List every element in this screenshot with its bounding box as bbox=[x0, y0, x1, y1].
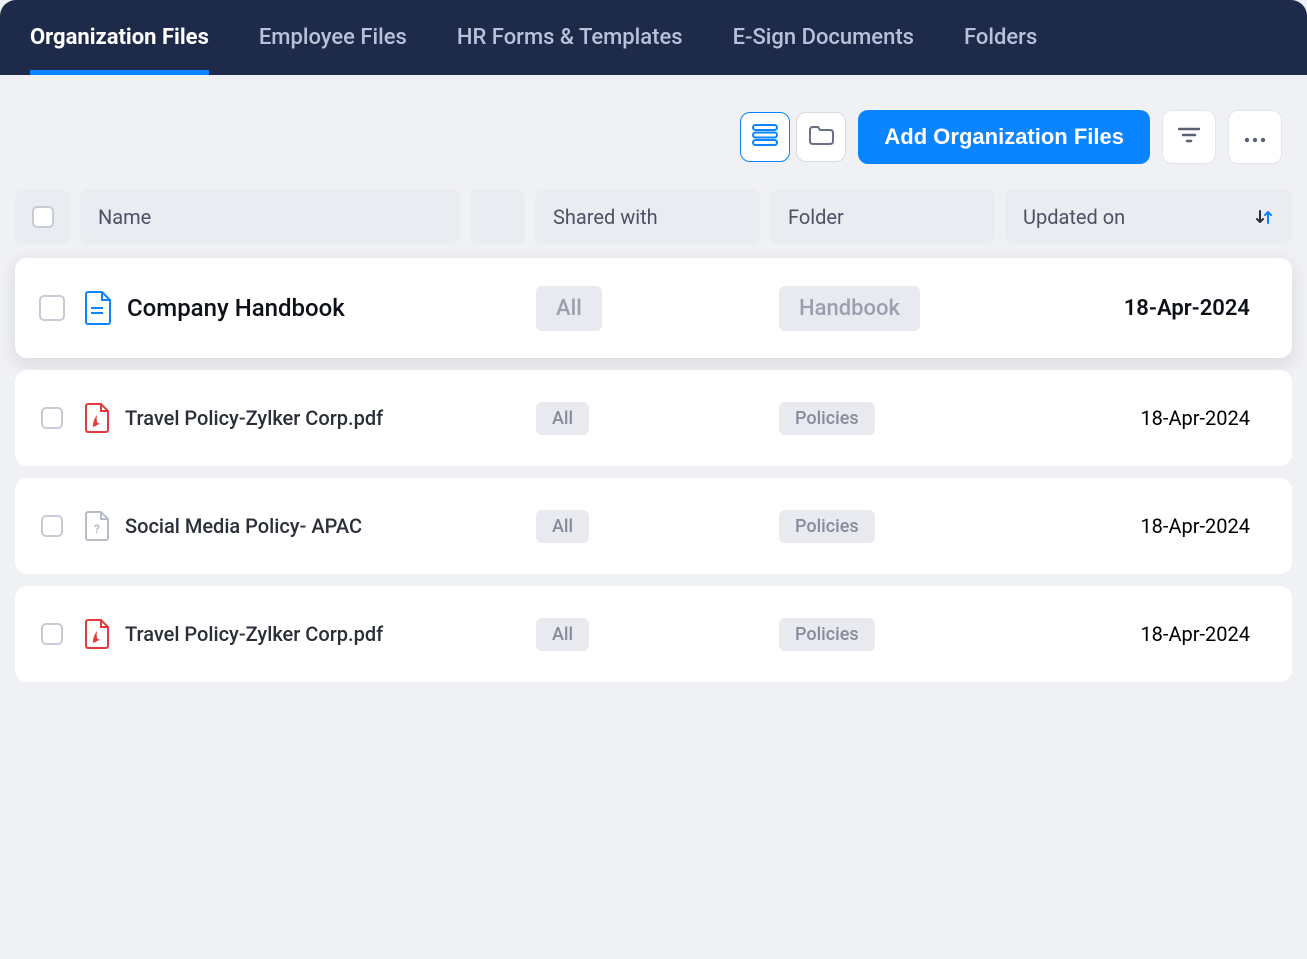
select-all-checkbox[interactable] bbox=[32, 206, 54, 228]
folder-view-button[interactable] bbox=[796, 112, 846, 162]
row-checkbox[interactable] bbox=[41, 623, 63, 645]
more-button[interactable] bbox=[1228, 110, 1282, 164]
table-row[interactable]: Company Handbook All Handbook 18-Apr-202… bbox=[15, 258, 1292, 358]
row-checkbox-cell bbox=[27, 623, 77, 645]
column-header-checkbox bbox=[15, 189, 70, 244]
row-shared-cell: All bbox=[532, 286, 757, 331]
row-shared-cell: All bbox=[532, 402, 757, 435]
file-table: Name Shared with Folder Updated on bbox=[0, 189, 1307, 682]
folder-tag: Policies bbox=[779, 402, 875, 435]
folder-icon bbox=[808, 124, 834, 150]
view-toggle bbox=[740, 112, 846, 162]
top-nav: Organization Files Employee Files HR For… bbox=[0, 0, 1307, 75]
folder-tag: Handbook bbox=[779, 286, 920, 331]
row-name-cell: Company Handbook bbox=[77, 290, 532, 326]
table-header: Name Shared with Folder Updated on bbox=[15, 189, 1292, 244]
tab-hr-forms[interactable]: HR Forms & Templates bbox=[457, 0, 683, 75]
row-updated-cell: 18-Apr-2024 bbox=[1007, 406, 1280, 430]
folder-tag: Policies bbox=[779, 618, 875, 651]
pdf-icon bbox=[83, 618, 111, 650]
toolbar: Add Organization Files bbox=[0, 75, 1307, 189]
tab-esign-documents[interactable]: E-Sign Documents bbox=[733, 0, 914, 75]
row-shared-cell: All bbox=[532, 510, 757, 543]
row-name-cell: ? Social Media Policy- APAC bbox=[77, 510, 532, 542]
shared-with-tag: All bbox=[536, 402, 589, 435]
row-updated-cell: 18-Apr-2024 bbox=[1007, 296, 1280, 321]
row-checkbox[interactable] bbox=[41, 515, 63, 537]
filter-icon bbox=[1178, 127, 1200, 147]
document-icon bbox=[83, 290, 113, 326]
row-checkbox[interactable] bbox=[39, 295, 65, 321]
row-folder-cell: Policies bbox=[757, 510, 1007, 543]
sort-icon bbox=[1254, 207, 1274, 227]
table-row[interactable]: Travel Policy-Zylker Corp.pdf All Polici… bbox=[15, 586, 1292, 682]
shared-with-tag: All bbox=[536, 286, 602, 331]
row-folder-cell: Handbook bbox=[757, 286, 1007, 331]
folder-tag: Policies bbox=[779, 510, 875, 543]
file-name: Company Handbook bbox=[127, 294, 345, 322]
row-checkbox-cell bbox=[27, 515, 77, 537]
row-name-cell: Travel Policy-Zylker Corp.pdf bbox=[77, 402, 532, 434]
file-name: Social Media Policy- APAC bbox=[125, 514, 362, 538]
add-organization-files-button[interactable]: Add Organization Files bbox=[858, 110, 1150, 164]
row-name-cell: Travel Policy-Zylker Corp.pdf bbox=[77, 618, 532, 650]
file-name: Travel Policy-Zylker Corp.pdf bbox=[125, 406, 383, 430]
pdf-icon bbox=[83, 402, 111, 434]
row-shared-cell: All bbox=[532, 618, 757, 651]
row-updated-cell: 18-Apr-2024 bbox=[1007, 514, 1280, 538]
shared-with-tag: All bbox=[536, 510, 589, 543]
column-header-updated-on[interactable]: Updated on bbox=[1005, 189, 1292, 244]
list-icon bbox=[752, 124, 778, 150]
shared-with-tag: All bbox=[536, 618, 589, 651]
tab-employee-files[interactable]: Employee Files bbox=[259, 0, 407, 75]
column-header-updated-label: Updated on bbox=[1023, 205, 1125, 229]
column-header-shared-with[interactable]: Shared with bbox=[535, 189, 760, 244]
row-updated-cell: 18-Apr-2024 bbox=[1007, 622, 1280, 646]
row-checkbox[interactable] bbox=[41, 407, 63, 429]
filter-button[interactable] bbox=[1162, 110, 1216, 164]
column-header-folder[interactable]: Folder bbox=[770, 189, 995, 244]
column-header-spacer bbox=[470, 189, 525, 244]
row-folder-cell: Policies bbox=[757, 618, 1007, 651]
table-row[interactable]: Travel Policy-Zylker Corp.pdf All Polici… bbox=[15, 370, 1292, 466]
row-checkbox-cell bbox=[27, 295, 77, 321]
row-folder-cell: Policies bbox=[757, 402, 1007, 435]
more-icon bbox=[1244, 128, 1266, 147]
tab-organization-files[interactable]: Organization Files bbox=[30, 0, 209, 75]
column-header-name[interactable]: Name bbox=[80, 189, 460, 244]
tab-folders[interactable]: Folders bbox=[964, 0, 1037, 75]
row-checkbox-cell bbox=[27, 407, 77, 429]
unknown-file-icon: ? bbox=[83, 510, 111, 542]
svg-text:?: ? bbox=[94, 522, 100, 536]
list-view-button[interactable] bbox=[740, 112, 790, 162]
table-row[interactable]: ? Social Media Policy- APAC All Policies… bbox=[15, 478, 1292, 574]
file-name: Travel Policy-Zylker Corp.pdf bbox=[125, 622, 383, 646]
